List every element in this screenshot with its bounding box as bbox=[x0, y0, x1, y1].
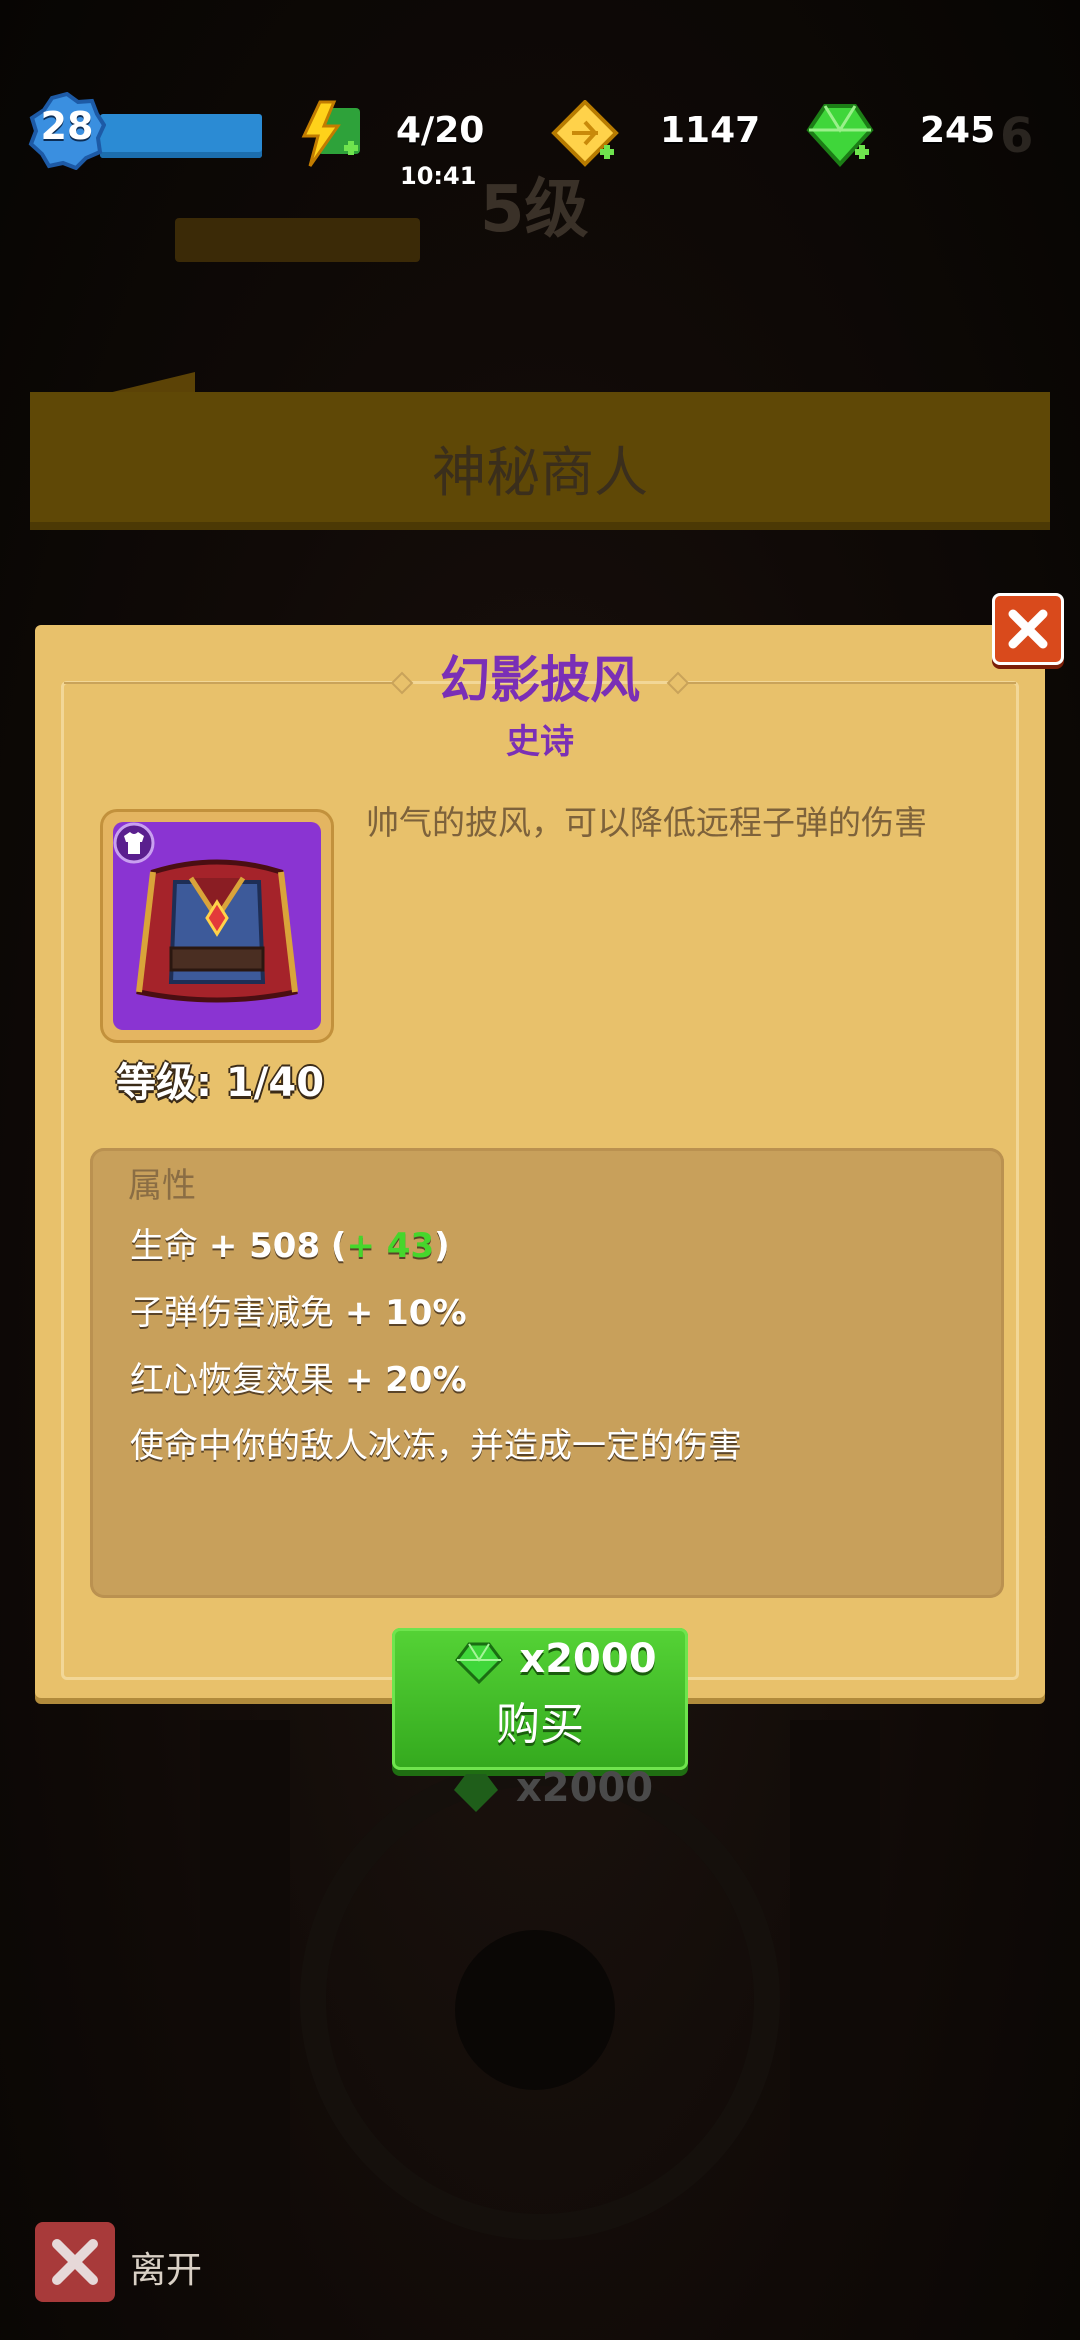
background-pillar-left bbox=[200, 1720, 290, 2220]
item-description: 帅气的披风，可以降低远程子弹的伤害 bbox=[366, 803, 927, 842]
stat-bullet-reduction-label: 子弹伤害减免 bbox=[130, 1293, 334, 1333]
background-price: x2000 bbox=[516, 1765, 654, 1811]
stat-bullet-reduction: 子弹伤害减免 + 10% bbox=[130, 1285, 467, 1334]
background-side-number: 6 bbox=[1000, 108, 1034, 164]
energy-timer: 10:41 bbox=[400, 162, 477, 190]
close-button[interactable] bbox=[992, 593, 1064, 665]
stat-hp-bonus-close: ) bbox=[434, 1226, 450, 1266]
stat-hp-value: + 508 bbox=[208, 1226, 321, 1266]
merchant-title: 神秘商人 bbox=[432, 441, 648, 504]
close-icon bbox=[1008, 609, 1048, 649]
buy-label: 购买 bbox=[496, 1699, 584, 1750]
stat-hp-label: 生命 bbox=[130, 1226, 198, 1266]
energy-value: 4/20 bbox=[396, 110, 485, 151]
close-icon bbox=[52, 2239, 98, 2285]
leave-button[interactable] bbox=[35, 2222, 115, 2302]
stat-hp-bonus-open: ( bbox=[330, 1226, 347, 1266]
buy-price: x2000 bbox=[519, 1636, 657, 1682]
xp-bar bbox=[100, 114, 262, 158]
background-gem-icon bbox=[454, 1774, 498, 1812]
energy-icon[interactable] bbox=[296, 100, 366, 170]
item-name: 幻影披风 bbox=[440, 651, 640, 709]
gold-icon[interactable] bbox=[550, 100, 620, 170]
background-level-label: 5级 bbox=[480, 173, 589, 247]
stat-bullet-reduction-value: + 10% bbox=[344, 1293, 467, 1333]
leave-label[interactable]: 离开 bbox=[130, 2241, 202, 2293]
player-level: 28 bbox=[40, 104, 94, 148]
item-rarity: 史诗 bbox=[506, 722, 574, 762]
gem-icon[interactable] bbox=[805, 100, 875, 170]
background-portal-center bbox=[455, 1930, 615, 2090]
stats-header: 属性 bbox=[128, 1166, 196, 1206]
stat-heart-recovery-label: 红心恢复效果 bbox=[130, 1360, 334, 1400]
gem-value: 245 bbox=[920, 110, 996, 151]
stat-freeze-effect-label: 使命中你的敌人冰冻，并造成一定的伤害 bbox=[130, 1426, 742, 1466]
stat-heart-recovery: 红心恢复效果 + 20% bbox=[130, 1352, 467, 1401]
stat-freeze-effect: 使命中你的敌人冰冻，并造成一定的伤害 bbox=[130, 1418, 742, 1467]
stat-heart-recovery-value: + 20% bbox=[344, 1360, 467, 1400]
gold-value: 1147 bbox=[660, 110, 761, 151]
background-pillar-right bbox=[790, 1720, 880, 2220]
armor-icon bbox=[113, 822, 155, 864]
item-level: 等级: 1/40 bbox=[116, 1060, 325, 1106]
stat-hp: 生命 + 508 (+ 43) bbox=[130, 1218, 450, 1267]
stat-hp-bonus: + 43 bbox=[346, 1226, 435, 1266]
background-bar bbox=[175, 218, 420, 262]
